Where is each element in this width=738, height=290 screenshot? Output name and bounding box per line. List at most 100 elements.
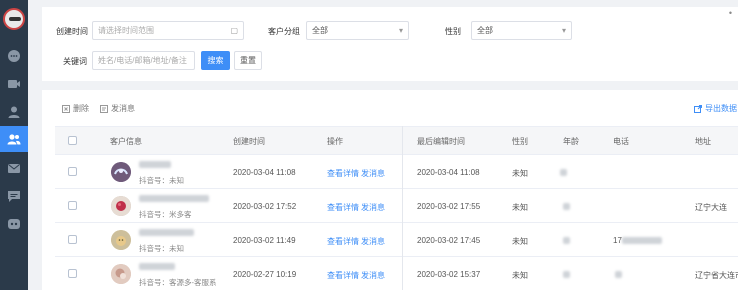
sidebar-item-customers[interactable] xyxy=(0,126,28,152)
mail-icon xyxy=(8,164,20,173)
delete-label: 删除 xyxy=(73,104,89,113)
avatar xyxy=(111,264,131,284)
header-address: 地址 xyxy=(695,137,711,146)
delete-button[interactable]: 删除 xyxy=(62,103,89,114)
search-button[interactable]: 搜索 xyxy=(201,51,230,70)
phone: 17 xyxy=(613,236,622,245)
export-data-label: 导出数据 xyxy=(705,104,737,113)
export-data-button[interactable]: 导出数据 xyxy=(694,103,737,114)
view-detail-link[interactable]: 查看详情 xyxy=(327,168,359,179)
keyword-label: 关键词 xyxy=(63,57,87,66)
table-header: 客户信息 创建时间 操作 最后编辑时间 性别 年龄 电话 地址 xyxy=(55,126,738,155)
sidebar-item-chat[interactable] xyxy=(0,43,28,69)
last-edit-time: 2020-03-02 15:37 xyxy=(417,270,481,279)
select-all-checkbox[interactable] xyxy=(68,136,77,145)
douyin-id: 抖音号：米多客 xyxy=(139,210,192,219)
reset-button[interactable]: 重置 xyxy=(234,51,262,70)
redacted-age xyxy=(563,271,570,278)
chevron-down-icon: ▾ xyxy=(561,26,566,35)
sidebar xyxy=(0,0,28,290)
created-time: 2020-03-02 17:52 xyxy=(233,202,297,211)
row-checkbox[interactable] xyxy=(68,167,77,176)
address: 辽宁省大连市 xyxy=(695,271,738,280)
send-message-link[interactable]: 发消息 xyxy=(361,236,385,247)
gender-label: 性别 xyxy=(445,27,461,36)
gender: 未知 xyxy=(512,237,528,246)
avatar xyxy=(111,196,131,216)
customer-group-select[interactable]: 全部 ▾ xyxy=(306,21,409,40)
calendar-icon: ▢ xyxy=(230,26,238,35)
sidebar-item-message[interactable] xyxy=(0,183,28,209)
avatar xyxy=(111,162,131,182)
redacted-phone xyxy=(622,237,662,244)
gender-value: 全部 xyxy=(477,26,493,35)
row-checkbox[interactable] xyxy=(68,201,77,210)
douyin-id: 抖音号：客源多-客服系 xyxy=(139,278,217,287)
header-customer-info: 客户信息 xyxy=(110,137,142,146)
header-age: 年龄 xyxy=(563,137,579,146)
robot-chat-icon xyxy=(8,219,20,229)
row-checkbox[interactable] xyxy=(68,235,77,244)
send-message-bulk-label: 发消息 xyxy=(111,104,135,113)
view-detail-link[interactable]: 查看详情 xyxy=(327,270,359,281)
table-row[interactable]: 抖音号：米多客 2020-03-02 17:52 查看详情 发消息 2020-0… xyxy=(55,189,738,223)
created-time: 2020-03-02 11:49 xyxy=(233,236,296,245)
chat-bubble-icon xyxy=(8,50,20,62)
table-row[interactable]: 抖音号：未知 2020-03-02 11:49 查看详情 发消息 2020-03… xyxy=(55,223,738,257)
column-divider xyxy=(402,126,403,290)
delete-icon xyxy=(62,104,70,113)
user-avatar-logo[interactable] xyxy=(3,8,25,30)
view-detail-link[interactable]: 查看详情 xyxy=(327,236,359,247)
header-created-time: 创建时间 xyxy=(233,137,265,146)
chevron-down-icon: ▾ xyxy=(398,26,403,35)
created-time-placeholder: 请选择时间范围 xyxy=(98,26,154,35)
douyin-id: 抖音号：未知 xyxy=(139,176,184,185)
header-phone: 电话 xyxy=(613,137,629,146)
address: 辽宁大连 xyxy=(695,203,727,212)
redacted-age xyxy=(563,237,570,244)
keyword-input[interactable]: 姓名/电话/邮箱/地址/备注 xyxy=(92,51,195,70)
gender: 未知 xyxy=(512,271,528,280)
row-checkbox[interactable] xyxy=(68,269,77,278)
video-icon xyxy=(8,80,20,88)
keyword-placeholder: 姓名/电话/邮箱/地址/备注 xyxy=(98,56,187,65)
sidebar-item-user[interactable] xyxy=(0,99,28,125)
close-icon[interactable]: • xyxy=(729,8,732,18)
last-edit-time: 2020-03-02 17:45 xyxy=(417,236,481,245)
redacted-name xyxy=(139,161,171,168)
header-operation: 操作 xyxy=(327,137,343,146)
avatar xyxy=(111,230,131,250)
redacted-age xyxy=(563,203,570,210)
table-row[interactable]: 抖音号：未知 2020-03-04 11:08 查看详情 发消息 2020-03… xyxy=(55,155,738,189)
sidebar-item-video[interactable] xyxy=(0,71,28,97)
sidebar-item-mail[interactable] xyxy=(0,155,28,181)
created-time: 2020-03-04 11:08 xyxy=(233,168,296,177)
created-time-range-input[interactable]: 请选择时间范围 ▢ xyxy=(92,21,244,40)
last-edit-time: 2020-03-02 17:55 xyxy=(417,202,481,211)
gender: 未知 xyxy=(512,169,528,178)
view-detail-link[interactable]: 查看详情 xyxy=(327,202,359,213)
table-row[interactable]: 抖音号：客源多-客服系 2020-02-27 10:19 查看详情 发消息 20… xyxy=(55,257,738,290)
redacted-name xyxy=(139,263,175,270)
customer-group-label: 客户分组 xyxy=(268,27,300,36)
customers-icon xyxy=(7,134,21,145)
redacted-name xyxy=(139,229,194,236)
header-last-edit-time: 最后编辑时间 xyxy=(417,137,465,146)
last-edit-time: 2020-03-04 11:08 xyxy=(417,168,480,177)
created-time-label: 创建时间 xyxy=(56,27,88,36)
message-icon xyxy=(8,191,20,202)
user-icon xyxy=(8,106,20,118)
message-icon xyxy=(100,104,108,113)
customer-group-value: 全部 xyxy=(312,26,328,35)
send-message-link[interactable]: 发消息 xyxy=(361,270,385,281)
sidebar-item-robot[interactable] xyxy=(0,211,28,237)
header-gender: 性别 xyxy=(512,137,528,146)
gender: 未知 xyxy=(512,203,528,212)
send-message-bulk-button[interactable]: 发消息 xyxy=(100,103,135,114)
send-message-link[interactable]: 发消息 xyxy=(361,168,385,179)
douyin-id: 抖音号：未知 xyxy=(139,244,184,253)
gender-select[interactable]: 全部 ▾ xyxy=(471,21,572,40)
send-message-link[interactable]: 发消息 xyxy=(361,202,385,213)
redacted-phone xyxy=(615,271,622,278)
redacted-name xyxy=(139,195,209,202)
